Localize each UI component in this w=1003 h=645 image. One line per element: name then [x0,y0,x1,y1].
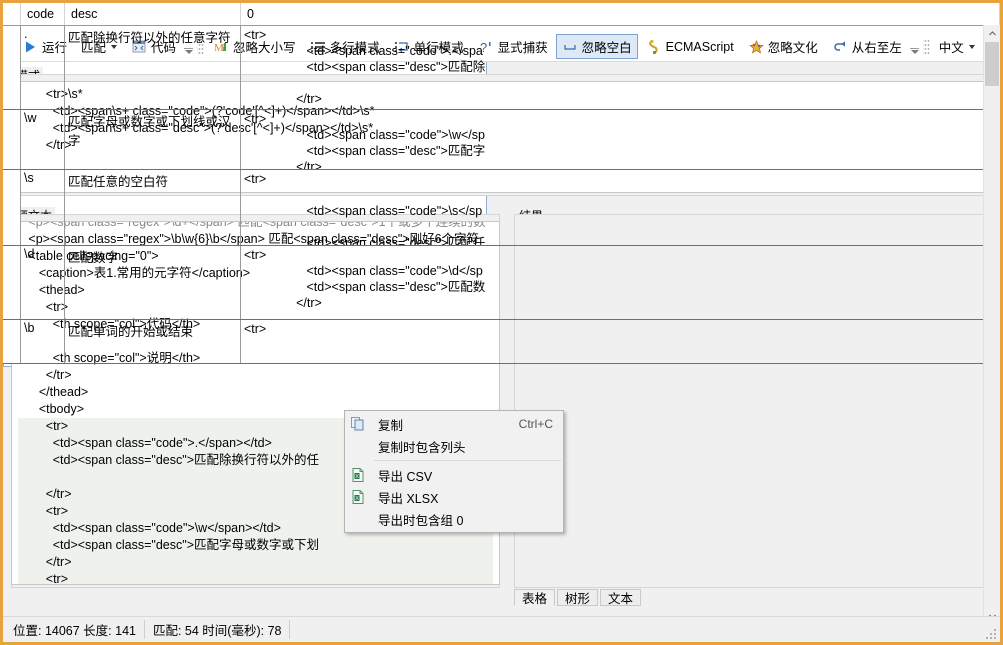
cell-desc[interactable]: 匹配除换行符以外的任意字符 [65,26,241,109]
column-header-group0[interactable]: 0 [241,3,1000,25]
vertical-scroll-thumb[interactable] [985,42,999,86]
table-row[interactable]: \b 匹配单词的开始或结束 <tr> [3,320,1000,364]
cell-code[interactable]: \b [21,320,65,363]
menu-item-label: 导出 XLSX [378,491,439,506]
cell-desc[interactable]: 匹配数字 [65,246,241,319]
tab-tree[interactable]: 树形 [557,589,599,606]
scroll-up-arrow[interactable] [984,25,1000,42]
cell-code[interactable]: \d [21,246,65,319]
result-vertical-scrollbar[interactable] [983,25,1000,625]
cell-desc[interactable]: 匹配字母或数字或下划线或汉字 [65,110,241,169]
result-grid-header: code desc 0 [3,3,1000,26]
cell-code[interactable]: \s [21,170,65,245]
column-header-rowselector[interactable] [3,3,21,25]
menu-item-label: 导出时包含组 0 [378,513,464,528]
cell-desc[interactable]: 匹配单词的开始或结束 [65,320,241,363]
table-row[interactable]: \s 匹配任意的空白符 <tr> <td><span class="code">\s… [3,170,1000,246]
result-view-tabs: 表格 树形 文本 [514,588,643,606]
menu-item-export-csv[interactable]: X 导出 CSV [345,464,563,486]
resize-grip-icon[interactable] [984,627,998,641]
cell-code[interactable]: . [21,26,65,109]
menu-item-shortcut: Ctrl+C [518,417,553,431]
cell-group0[interactable]: <tr> <td><span class="code">.</spa <td><… [241,26,1000,109]
menu-item-label: 复制时包含列头 [378,440,466,455]
cell-group0[interactable]: <tr> <td><span class="code">\w</sp <td><… [241,110,1000,169]
status-bar: 位置: 14067 长度: 141 匹配: 54 时间(毫秒): 78 [3,616,1000,642]
column-header-code[interactable]: code [21,3,65,25]
table-row[interactable]: . 匹配除换行符以外的任意字符 <tr> <td><span class="code… [3,26,1000,110]
context-menu-separator [374,460,561,461]
cell-group0[interactable]: <tr> [241,320,1000,363]
menu-item-export-with-group0[interactable]: 导出时包含组 0 [345,508,563,530]
row-selector-cell[interactable] [3,246,21,319]
result-rows: . 匹配除换行符以外的任意字符 <tr> <td><span class="code… [3,26,1000,364]
tab-table[interactable]: 表格 [514,589,556,606]
cell-group0[interactable]: <tr> <td><span class="code">\d</sp <td><… [241,246,1000,319]
row-selector-cell[interactable] [3,320,21,363]
menu-item-copy-with-headers[interactable]: 复制时包含列头 [345,435,563,457]
menu-item-label: 复制 [378,418,404,433]
svg-text:X: X [355,496,359,502]
column-header-desc[interactable]: desc [65,3,241,25]
tab-text[interactable]: 文本 [600,589,642,606]
context-menu-items: 复制 Ctrl+C 复制时包含列头 X 导出 CSV X 导出 XLSX 导出时包含组 0 [345,413,563,530]
result-grid[interactable]: code desc 0 . 匹配除换行符以外的任意字符 <tr> <td><span… [3,3,1000,642]
status-position: 位置: 14067 长度: 141 [5,620,145,639]
cell-code[interactable]: \w [21,110,65,169]
status-match: 匹配: 54 时间(毫秒): 78 [145,620,291,639]
cell-group0[interactable]: <tr> <td><span class="code">\s</sp <td><… [241,170,1000,245]
menu-item-label: 导出 CSV [378,469,433,484]
table-row[interactable]: \d 匹配数字 <tr> <td><span class="code">\d</sp… [3,246,1000,320]
menu-item-copy[interactable]: 复制 Ctrl+C [345,413,563,435]
xlsx-file-icon: X [350,489,366,505]
row-selector-cell[interactable] [3,110,21,169]
cell-desc[interactable]: 匹配任意的空白符 [65,170,241,245]
app-window: R Regester 运行 匹配 [0,0,1003,645]
csv-file-icon: X [350,467,366,483]
result-grid-inner: code desc 0 . 匹配除换行符以外的任意字符 <tr> <td><span… [3,3,1000,642]
menu-item-export-xlsx[interactable]: X 导出 XLSX [345,486,563,508]
row-selector-cell[interactable] [3,170,21,245]
svg-text:X: X [355,474,359,480]
context-menu[interactable]: 复制 Ctrl+C 复制时包含列头 X 导出 CSV X 导出 XLSX 导出时包含组 0 [344,410,564,533]
copy-icon [350,416,366,432]
row-selector-cell[interactable] [3,26,21,109]
table-row[interactable]: \w 匹配字母或数字或下划线或汉字 <tr> <td><span class="co… [3,110,1000,170]
